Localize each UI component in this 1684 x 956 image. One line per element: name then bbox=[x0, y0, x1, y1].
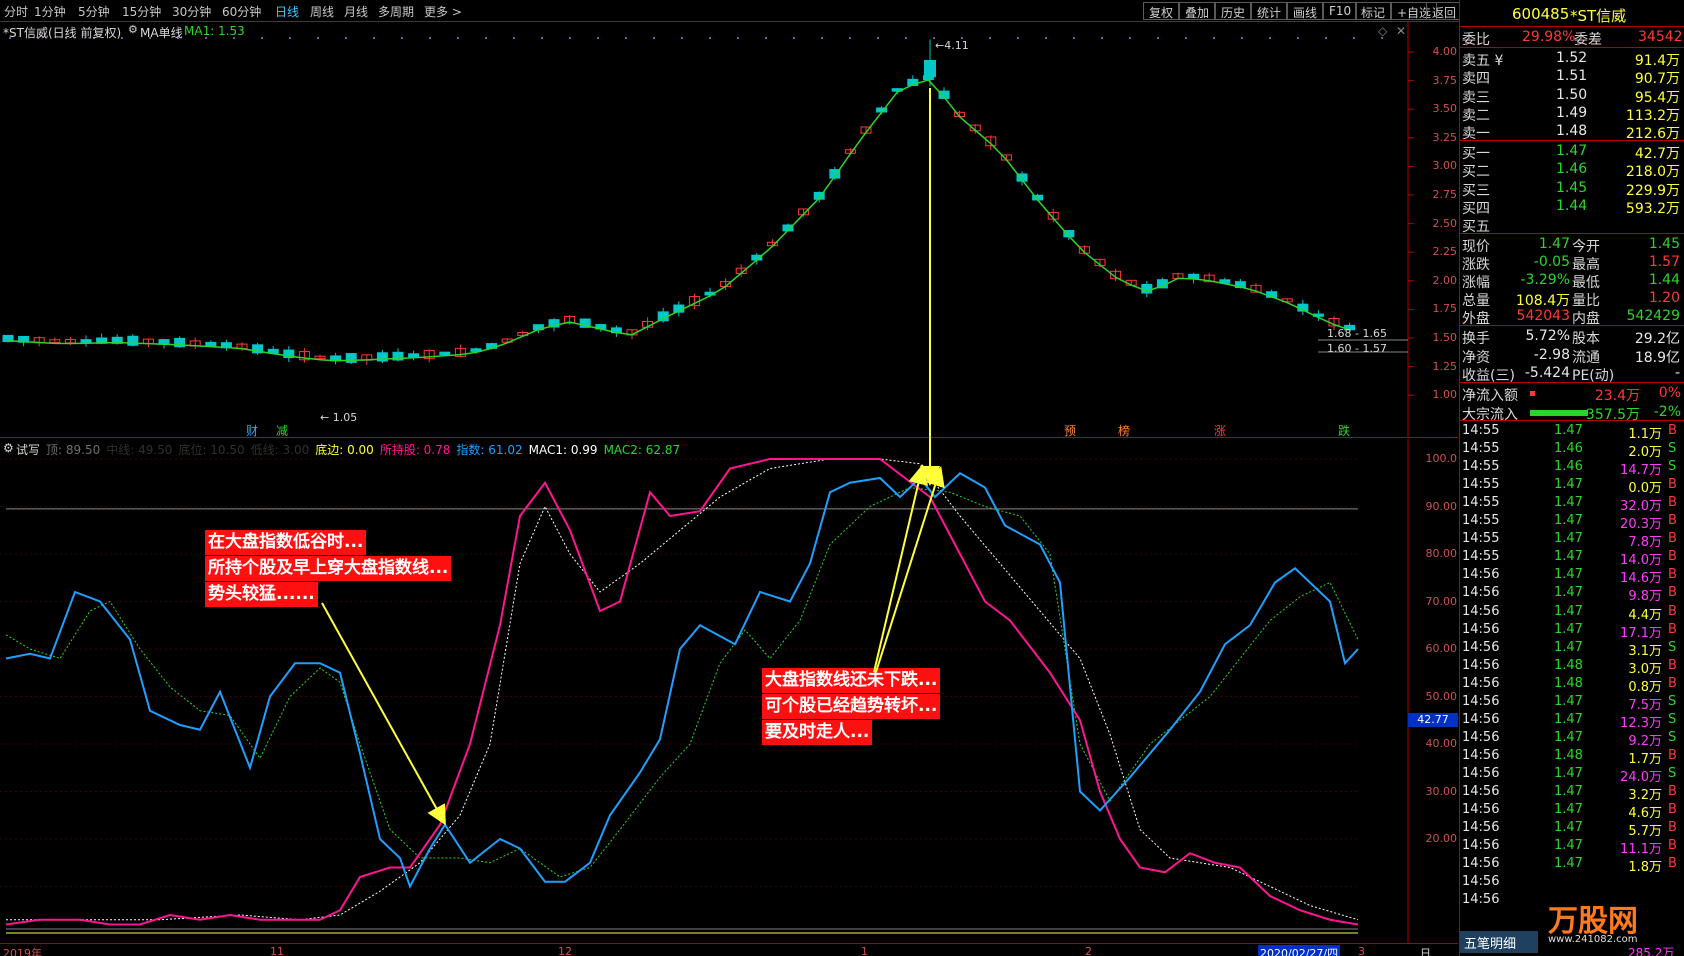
stat-row[interactable]: 收益(三) -5.424 PE(动) - bbox=[1460, 364, 1684, 384]
bid-row[interactable]: 买一 1.47 42.7万 bbox=[1460, 142, 1684, 162]
trade-tick-row[interactable]: 14:56 1.47 12.3万 S bbox=[1460, 711, 1684, 731]
trade-tick-row[interactable]: 14:56 1.47 24.0万 S bbox=[1460, 765, 1684, 785]
trade-tick-row[interactable]: 14:56 1.47 11.1万 B bbox=[1460, 837, 1684, 857]
trade-tick-row[interactable]: 14:56 1.48 3.0万 B bbox=[1460, 657, 1684, 677]
trade-tick-row[interactable]: 14:56 1.48 0.8万 B bbox=[1460, 675, 1684, 695]
ask-row[interactable]: 卖一 1.48 212.6万 bbox=[1460, 122, 1684, 142]
cursor-date-label: 2020/02/27/四 bbox=[1258, 945, 1341, 956]
trade-tick-row[interactable]: 14:55 1.46 2.0万 S bbox=[1460, 440, 1684, 460]
ask-row[interactable]: 卖二 1.49 113.2万 bbox=[1460, 104, 1684, 124]
ask-row[interactable]: 卖四 1.51 90.7万 bbox=[1460, 67, 1684, 87]
ask-row[interactable]: 卖五 ¥1.52 91.4万 bbox=[1460, 49, 1684, 69]
date-label: 12 bbox=[558, 945, 572, 956]
bid-row[interactable]: 买四 1.44 593.2万 bbox=[1460, 197, 1684, 217]
trade-tick-row[interactable]: 14:55 1.47 14.0万 B bbox=[1460, 548, 1684, 568]
trade-tick-row[interactable]: 14:56 1.47 17.1万 B bbox=[1460, 621, 1684, 641]
date-label: 2 bbox=[1085, 945, 1092, 956]
date-label: 3 bbox=[1358, 945, 1365, 956]
bid-row[interactable]: 买二 1.46 218.0万 bbox=[1460, 160, 1684, 180]
trade-tick-row[interactable]: 14:55 1.46 14.7万 S bbox=[1460, 458, 1684, 478]
trade-tick-row[interactable]: 14:56 1.47 4.6万 B bbox=[1460, 801, 1684, 821]
annotation-arrows bbox=[321, 88, 945, 826]
date-axis: 2019年 11 12 1 2 2020/02/27/四 3 日 bbox=[0, 943, 1458, 956]
arrow-4 bbox=[875, 466, 945, 673]
stat-row[interactable]: 现价 1.47 今开 1.45 bbox=[1460, 235, 1684, 255]
stat-row[interactable]: 净资 -2.98 流通 18.9亿 bbox=[1460, 346, 1684, 366]
flow-row[interactable]: 大宗流入 -357.5万 -2% bbox=[1460, 403, 1684, 423]
trade-tick-row[interactable]: 14:56 1.47 3.2万 B bbox=[1460, 783, 1684, 803]
stat-row[interactable]: 涨跌 -0.05 最高 1.57 bbox=[1460, 253, 1684, 273]
watermark-url: www.241082.com bbox=[1548, 934, 1638, 945]
period-corner[interactable]: 日 bbox=[1420, 945, 1431, 956]
quote-panel: 600485 *ST信威 委比 29.98% 委差 34542 卖五 ¥1.52… bbox=[1459, 0, 1684, 956]
stock-header: 600485 *ST信威 bbox=[1460, 4, 1684, 26]
weibi-row: 委比 29.98% 委差 34542 bbox=[1462, 29, 1683, 48]
last-volume: 285.2万 bbox=[1628, 946, 1675, 956]
trade-tick-row[interactable]: 14:56 1.47 3.1万 S bbox=[1460, 639, 1684, 659]
arrow-1 bbox=[321, 602, 446, 826]
trade-tick-row[interactable]: 14:55 1.47 0.0万 B bbox=[1460, 476, 1684, 496]
ask-row[interactable]: 卖三 1.50 95.4万 bbox=[1460, 86, 1684, 106]
trade-tick-row[interactable]: 14:56 1.47 7.5万 S bbox=[1460, 693, 1684, 713]
trade-tick-row[interactable]: 14:56 1.47 9.8万 B bbox=[1460, 584, 1684, 604]
trade-tick-row[interactable]: 14:56 1.47 4.4万 B bbox=[1460, 603, 1684, 623]
tab-five-trades[interactable]: 五笔明细 bbox=[1460, 931, 1538, 953]
trade-tick-row[interactable]: 14:56 1.48 1.7万 B bbox=[1460, 747, 1684, 767]
stock-name: *ST信威 bbox=[1570, 7, 1627, 25]
trade-tick-row[interactable]: 14:55 1.47 32.0万 B bbox=[1460, 494, 1684, 514]
trade-tick-row[interactable]: 14:56 1.47 5.7万 B bbox=[1460, 819, 1684, 839]
flow-row[interactable]: 净流入额 23.4万 0% bbox=[1460, 384, 1684, 404]
bid-row[interactable]: 买三 1.45 229.9万 bbox=[1460, 179, 1684, 199]
stat-row[interactable]: 外盘 542043 内盘 542429 bbox=[1460, 307, 1684, 327]
trade-tick-row[interactable]: 14:56 1.47 1.8万 B bbox=[1460, 855, 1684, 875]
date-label: 1 bbox=[861, 945, 868, 956]
trade-tick-row[interactable]: 14:56 1.47 9.2万 S bbox=[1460, 729, 1684, 749]
stock-code: 600485 bbox=[1512, 5, 1570, 23]
bid-row[interactable]: 买五 bbox=[1460, 215, 1684, 235]
trade-tick-row[interactable]: 14:55 1.47 7.8万 B bbox=[1460, 530, 1684, 550]
date-label: 2019年 bbox=[3, 947, 42, 956]
trade-tick-row[interactable]: 14:55 1.47 1.1万 B bbox=[1460, 422, 1684, 442]
stat-row[interactable]: 换手 5.72% 股本 29.2亿 bbox=[1460, 327, 1684, 347]
trade-tick-row[interactable]: 14:56 1.47 14.6万 B bbox=[1460, 566, 1684, 586]
stat-row[interactable]: 总量 108.4万 量比 1.20 bbox=[1460, 289, 1684, 309]
trade-tick-row[interactable]: 14:56 bbox=[1460, 873, 1684, 891]
trade-tick-row[interactable]: 14:55 1.47 20.3万 B bbox=[1460, 512, 1684, 532]
date-label: 11 bbox=[270, 945, 284, 956]
stat-row[interactable]: 涨幅 -3.29% 最低 1.44 bbox=[1460, 271, 1684, 291]
arrow-3 bbox=[873, 464, 929, 673]
